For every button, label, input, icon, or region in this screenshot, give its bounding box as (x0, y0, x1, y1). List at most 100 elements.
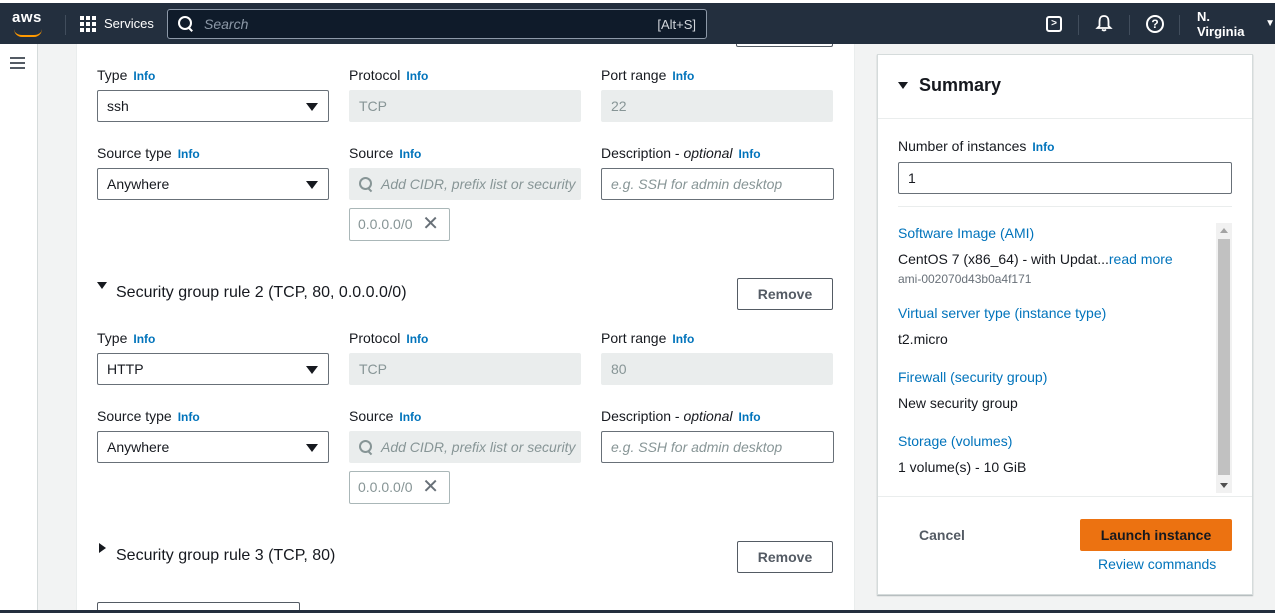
rule1-source-type-value: Anywhere (107, 176, 170, 192)
instance-type-link[interactable]: Virtual server type (instance type) (898, 305, 1106, 321)
storage-link[interactable]: Storage (volumes) (898, 433, 1012, 449)
nav-divider (1179, 15, 1180, 35)
rule2-port-field: 80 (601, 353, 833, 385)
ami-value: CentOS 7 (x86_64) - with Updat...read mo… (898, 251, 1173, 267)
region-selector[interactable]: N. Virginia ▼ (1197, 3, 1275, 44)
rule2-expand-icon[interactable] (97, 282, 107, 289)
info-link[interactable]: Info (672, 69, 694, 83)
rule2-remove-button[interactable]: Remove (737, 278, 833, 310)
rule2-type-select[interactable]: HTTP (97, 353, 329, 385)
rule2-protocol-label: Protocol Info (349, 330, 429, 346)
instances-input[interactable]: 1 (898, 162, 1232, 194)
search-icon (359, 440, 373, 454)
info-link[interactable]: Info (133, 332, 155, 346)
aws-smile-icon (14, 29, 42, 37)
info-link[interactable]: Info (739, 147, 761, 161)
help-icon[interactable]: ? (1146, 15, 1164, 33)
rule1-source-search-input[interactable]: Add CIDR, prefix list or security (349, 168, 581, 200)
nav-divider (1078, 15, 1079, 35)
services-label: Services (104, 16, 154, 31)
cancel-button[interactable]: Cancel (908, 519, 976, 551)
info-link[interactable]: Info (399, 410, 421, 424)
rule1-source-token-label: 0.0.0.0/0 (358, 216, 413, 232)
firewall-link[interactable]: Firewall (security group) (898, 369, 1047, 385)
divider (898, 206, 1232, 207)
nav-divider (1129, 15, 1130, 35)
rule2-source-placeholder: Add CIDR, prefix list or security (381, 439, 576, 455)
divider (878, 496, 1252, 497)
info-link[interactable]: Info (133, 69, 155, 83)
scrollbar-thumb[interactable] (1218, 239, 1230, 475)
info-link[interactable]: Info (672, 332, 694, 346)
close-icon[interactable]: ✕ (422, 209, 439, 240)
caret-down-icon (306, 181, 318, 189)
rule2-protocol-field: TCP (349, 353, 581, 385)
ami-id: ami-002070d43b0a4f171 (898, 272, 1032, 286)
info-link[interactable]: Info (178, 410, 200, 424)
rule2-source-type-select[interactable]: Anywhere (97, 431, 329, 463)
review-commands-link[interactable]: Review commands (1098, 556, 1216, 572)
storage-value: 1 volume(s) - 10 GiB (898, 459, 1027, 475)
info-link[interactable]: Info (406, 69, 428, 83)
rule1-source-type-select[interactable]: Anywhere (97, 168, 329, 200)
instances-label: Number of instances Info (898, 138, 1055, 154)
rule1-type-select[interactable]: ssh (97, 90, 329, 122)
rule2-source-search-input[interactable]: Add CIDR, prefix list or security (349, 431, 581, 463)
left-rail (0, 44, 38, 613)
search-icon (178, 16, 194, 32)
ami-link[interactable]: Software Image (AMI) (898, 225, 1034, 241)
info-link[interactable]: Info (178, 147, 200, 161)
aws-logo[interactable]: aws (12, 9, 52, 39)
info-link[interactable]: Info (406, 332, 428, 346)
cloudshell-icon[interactable]: > (1046, 16, 1062, 32)
info-link[interactable]: Info (399, 147, 421, 161)
rule2-description-label: Description - optional Info (601, 408, 761, 424)
search-input[interactable]: Search [Alt+S] (167, 9, 707, 39)
search-placeholder: Search (204, 16, 249, 32)
caret-down-icon (306, 103, 318, 111)
bell-icon[interactable] (1094, 14, 1114, 34)
rule1-type-value: ssh (107, 98, 129, 114)
collapse-icon (898, 82, 908, 89)
nav-divider (65, 15, 66, 35)
previous-button-edge[interactable] (736, 44, 833, 47)
rule1-description-input[interactable]: e.g. SSH for admin desktop (601, 168, 834, 200)
rule1-source-label: Source Info (349, 145, 422, 161)
launch-instance-button[interactable]: Launch instance (1080, 519, 1232, 551)
rule3-expand-icon[interactable] (99, 543, 106, 553)
rule1-description-label: Description - optional Info (601, 145, 761, 161)
scroll-up-icon[interactable] (1220, 228, 1228, 233)
rule3-title[interactable]: Security group rule 3 (TCP, 80) (116, 547, 335, 565)
security-group-rules-panel (76, 44, 855, 613)
close-icon[interactable]: ✕ (422, 472, 439, 503)
hamburger-menu-icon[interactable] (10, 57, 25, 69)
rule2-title[interactable]: Security group rule 2 (TCP, 80, 0.0.0.0/… (116, 284, 407, 302)
services-menu-button[interactable]: Services (80, 3, 154, 44)
summary-scrollbar[interactable] (1216, 223, 1232, 493)
read-more-link[interactable]: read more (1109, 251, 1173, 267)
summary-header[interactable]: Summary (878, 55, 1252, 119)
rule2-source-label: Source Info (349, 408, 422, 424)
summary-title: Summary (919, 75, 1002, 95)
rule1-source-token: 0.0.0.0/0 ✕ (349, 208, 450, 241)
info-link[interactable]: Info (739, 410, 761, 424)
rule2-source-type-value: Anywhere (107, 439, 170, 455)
instance-type-value: t2.micro (898, 331, 948, 347)
info-link[interactable]: Info (1032, 140, 1054, 154)
rule3-remove-button[interactable]: Remove (737, 541, 833, 573)
rule2-type-value: HTTP (107, 361, 144, 377)
rule1-port-field: 22 (601, 90, 833, 122)
rule1-protocol-label: Protocol Info (349, 67, 429, 83)
firewall-value: New security group (898, 395, 1018, 411)
rule2-source-token-label: 0.0.0.0/0 (358, 479, 413, 495)
caret-down-icon (306, 366, 318, 374)
top-navigation: aws Services Search [Alt+S] > ? N. Virgi… (0, 0, 1275, 44)
scroll-down-icon[interactable] (1220, 483, 1228, 488)
rule2-description-input[interactable]: e.g. SSH for admin desktop (601, 431, 834, 463)
rule2-source-type-label: Source type Info (97, 408, 200, 424)
rule2-type-label: Type Info (97, 330, 156, 346)
search-icon (359, 177, 373, 191)
summary-panel: Summary Number of instances Info 1 Softwa… (877, 54, 1253, 595)
rule2-source-token: 0.0.0.0/0 ✕ (349, 471, 450, 504)
caret-down-icon (306, 444, 318, 452)
